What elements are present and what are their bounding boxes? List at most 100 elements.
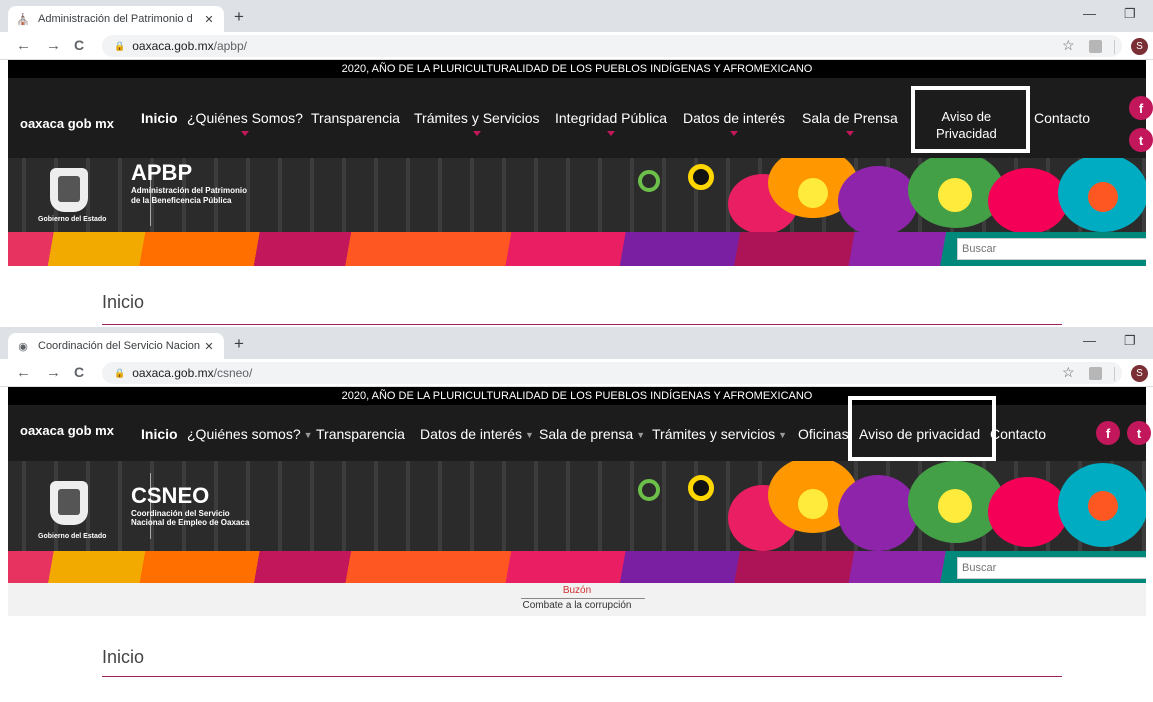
breadcrumb[interactable]: Inicio xyxy=(102,292,144,313)
nav-oficinas[interactable]: Oficinas xyxy=(798,426,849,442)
profile-avatar[interactable]: S xyxy=(1131,38,1148,55)
nav-tramites[interactable]: Trámites y Servicios xyxy=(414,110,540,136)
folk-art-illustration xyxy=(618,158,1146,236)
nav-label: ¿Quiénes somos? xyxy=(187,426,301,442)
twitter-icon[interactable]: t xyxy=(1129,128,1153,152)
chevron-down-icon xyxy=(240,131,249,136)
forward-icon[interactable]: → xyxy=(46,37,61,54)
chevron-down-icon xyxy=(607,131,616,136)
nav-label: Integridad Pública xyxy=(555,110,668,126)
nav-inicio[interactable]: Inicio xyxy=(141,110,178,126)
chevron-down-icon xyxy=(472,131,481,136)
nav-quienes-somos[interactable]: ¿Quiénes somos? ▼ xyxy=(187,426,313,442)
breadcrumb[interactable]: Inicio xyxy=(102,647,144,668)
combate-corrupcion-link[interactable]: Combate a la corrupción xyxy=(8,600,1146,611)
nav-contacto[interactable]: Contacto xyxy=(1034,110,1090,126)
lock-icon: 🔒 xyxy=(114,40,126,51)
reload-icon[interactable]: C xyxy=(74,364,84,380)
browser-tab[interactable]: ⛪ Administración del Patrimonio d ✕ xyxy=(8,6,224,32)
profile-avatar[interactable]: S xyxy=(1131,365,1148,382)
breadcrumb-underline xyxy=(102,324,1062,325)
gobierno-label: Gobierno del Estado xyxy=(38,216,107,223)
brand-logo-text[interactable]: oaxaca gob mx xyxy=(20,116,114,131)
breadcrumb-underline xyxy=(102,676,1062,677)
url-path: /apbp/ xyxy=(213,39,247,53)
new-tab-icon[interactable]: + xyxy=(234,7,244,27)
agency-acronym: APBP xyxy=(131,160,193,185)
minimize-icon[interactable]: — xyxy=(1083,6,1096,21)
agency-acronym: CSNEO xyxy=(131,483,210,508)
url-field[interactable]: 🔒 oaxaca.gob.mx/csneo/ xyxy=(102,362,1122,384)
state-logo[interactable]: Gobierno del Estado xyxy=(38,473,151,543)
address-bar: ← → C 🔒 oaxaca.gob.mx/csneo/ ☆ S xyxy=(0,359,1153,387)
browser-window-csneo: ◉ Coordinación del Servicio Nacion ✕ + —… xyxy=(0,327,1153,702)
announcement-bar: 2020, AÑO DE LA PLURICULTURALIDAD DE LOS… xyxy=(8,60,1146,78)
url-host: oaxaca.gob.mx xyxy=(132,39,214,53)
address-bar: ← → C 🔒 oaxaca.gob.mx/apbp/ ☆ S xyxy=(0,32,1153,60)
buzon-bar: Buzón Combate a la corrupción xyxy=(8,583,1146,616)
back-icon[interactable]: ← xyxy=(16,364,31,381)
agency-name-line2: Nacional de Empleo de Oaxaca xyxy=(131,518,250,527)
chevron-down-icon xyxy=(845,131,854,136)
back-icon[interactable]: ← xyxy=(16,37,31,54)
restore-icon[interactable]: ❐ xyxy=(1124,333,1136,349)
highlight-box xyxy=(911,86,1030,153)
pdf-extension-icon[interactable] xyxy=(1089,40,1102,53)
url-field[interactable]: 🔒 oaxaca.gob.mx/apbp/ xyxy=(102,35,1122,57)
header-banner: Gobierno del Estado CSNEO Coordinación d… xyxy=(8,461,1146,583)
header-banner: Gobierno del Estado APBP Administración … xyxy=(8,158,1146,266)
nav-integridad-publica[interactable]: Integridad Pública xyxy=(555,110,668,136)
buzon-link[interactable]: Buzón xyxy=(8,585,1146,596)
restore-icon[interactable]: ❐ xyxy=(1124,6,1136,22)
nav-transparencia[interactable]: Transparencia xyxy=(311,110,400,126)
facebook-icon[interactable]: f xyxy=(1096,421,1120,445)
nav-label: Sala de prensa xyxy=(539,426,634,442)
nav-label: Trámites y Servicios xyxy=(414,110,540,126)
search-input[interactable] xyxy=(957,238,1146,260)
agency-name-line1: Administración del Patrimonio xyxy=(131,186,248,195)
nav-label: Trámites y servicios xyxy=(652,426,776,442)
chevron-down-icon: ▼ xyxy=(636,430,646,441)
coat-of-arms-icon xyxy=(50,481,88,525)
search-input[interactable] xyxy=(957,557,1146,579)
forward-icon[interactable]: → xyxy=(46,364,61,381)
nav-label: Sala de Prensa xyxy=(802,110,898,126)
nav-datos-interes[interactable]: Datos de interés xyxy=(683,110,785,136)
brand-logo-text[interactable]: oaxaca gob mx xyxy=(20,423,114,438)
facebook-icon[interactable]: f xyxy=(1129,96,1153,120)
chevron-down-icon xyxy=(729,131,738,136)
site-navbar: oaxaca gob mx Inicio ¿Quiénes somos? ▼ Tr… xyxy=(8,396,1151,461)
nav-label: Datos de interés xyxy=(420,426,522,442)
nav-inicio[interactable]: Inicio xyxy=(141,426,178,442)
tab-strip: ⛪ Administración del Patrimonio d ✕ + — … xyxy=(0,0,1153,32)
state-logo[interactable]: Gobierno del Estado xyxy=(38,166,151,228)
gobierno-label: Gobierno del Estado xyxy=(38,533,107,540)
close-tab-icon[interactable]: ✕ xyxy=(202,13,216,26)
reload-icon[interactable]: C xyxy=(74,37,84,53)
new-tab-icon[interactable]: + xyxy=(234,334,244,354)
browser-tab[interactable]: ◉ Coordinación del Servicio Nacion ✕ xyxy=(8,333,224,359)
url-host: oaxaca.gob.mx xyxy=(132,366,214,380)
tab-strip: ◉ Coordinación del Servicio Nacion ✕ + —… xyxy=(0,327,1153,359)
chevron-down-icon: ▼ xyxy=(778,430,788,441)
nav-sala-prensa[interactable]: Sala de prensa ▼ xyxy=(539,426,645,442)
twitter-icon[interactable]: t xyxy=(1127,421,1151,445)
close-tab-icon[interactable]: ✕ xyxy=(202,340,216,353)
lock-icon: 🔒 xyxy=(114,367,126,378)
globe-favicon-icon: ◉ xyxy=(18,340,28,353)
bookmark-star-icon[interactable]: ☆ xyxy=(1062,37,1075,54)
bookmark-star-icon[interactable]: ☆ xyxy=(1062,364,1075,381)
highlight-box xyxy=(848,396,996,461)
nav-label: ¿Quiénes Somos? xyxy=(187,110,303,126)
nav-quienes-somos[interactable]: ¿Quiénes Somos? xyxy=(187,110,303,136)
chevron-down-icon: ▼ xyxy=(524,430,534,441)
minimize-icon[interactable]: — xyxy=(1083,333,1096,348)
nav-datos-interes[interactable]: Datos de interés ▼ xyxy=(420,426,534,442)
buzon-divider xyxy=(521,598,645,599)
tab-title: Administración del Patrimonio d xyxy=(38,13,193,25)
nav-sala-prensa[interactable]: Sala de Prensa xyxy=(802,110,898,136)
nav-transparencia[interactable]: Transparencia xyxy=(316,426,405,442)
nav-contacto[interactable]: Contacto xyxy=(990,426,1046,442)
nav-tramites[interactable]: Trámites y servicios ▼ xyxy=(652,426,787,442)
pdf-extension-icon[interactable] xyxy=(1089,367,1102,380)
